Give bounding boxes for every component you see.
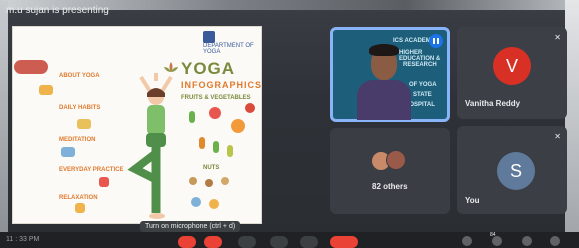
leave-call-icon[interactable] [330,236,358,248]
side-label-4: EVERYDAY PRACTICE [59,167,124,173]
side-label-1: ABOUT YOGA [59,73,100,79]
participant-count-badge: 84 [490,232,496,238]
more-icon[interactable] [300,236,318,248]
camera-off-icon[interactable] [204,236,222,248]
captions-icon[interactable] [238,236,256,248]
others-tile[interactable]: 82 others [330,128,450,214]
active-speaker-tile[interactable]: ICS ACADEMY HIGHER EDUCATION & RESEARCH … [330,27,450,122]
vegetable-icon-1 [189,111,195,123]
mic-off-icon: ✕ [554,33,561,42]
speaker-hair [369,44,399,56]
nuts-label: NUTS [203,165,220,171]
apple-icon [209,107,221,119]
banner-line-2: HIGHER EDUCATION & [399,50,441,62]
participant-name: Vanitha Reddy [465,99,521,108]
slide-subtitle: INFOGRAPHICS [181,80,262,90]
tomato-icon [245,103,255,113]
photo-glare-right [565,0,579,248]
activities-icon[interactable] [550,236,560,246]
music-icon [75,203,85,213]
side-label-5: RELAXATION [59,195,98,201]
mic-off-indicator [14,60,48,74]
present-icon[interactable] [270,236,288,248]
chat-icon[interactable] [522,236,532,246]
carrot-icon [199,137,205,149]
mic-off-icon[interactable] [178,236,196,248]
audio-bars-icon [429,34,443,48]
sun-icon [39,85,53,95]
info-icon[interactable] [462,236,472,246]
participant-tile-vanitha[interactable]: ✕ V Vanitha Reddy [457,27,567,119]
lotus-icon [164,62,178,72]
avatar: S [497,152,535,190]
shared-screen: DEPARTMENT OF YOGA YOGA INFOGRAPHICS FRU… [12,26,262,224]
participant-name: You [465,196,480,205]
banner-line-4: OF YOGA [409,82,437,88]
yoga-figure-illustration [127,73,173,219]
college-badge-icon [203,31,215,43]
avatar: V [493,47,531,85]
banner-line-3: RESEARCH [403,62,437,68]
vegetable-icon-2 [213,141,219,153]
meditation-icon [61,147,75,157]
water-icon [191,197,201,207]
lemon-icon [209,199,219,209]
presenting-label: m.u sujan is presenting [6,5,109,16]
nut-icon-2 [205,179,213,187]
participant-thumb-2 [386,150,406,170]
microphone-tooltip: Turn on microphone (ctrl + d) [140,221,241,232]
side-label-3: MEDITATION [59,137,96,143]
nut-icon-1 [189,177,197,185]
photo-glare-left [0,0,8,248]
heart-icon [99,177,109,187]
vegetable-icon-3 [227,145,233,157]
self-tile[interactable]: ✕ S You [457,126,567,214]
habit-icon [77,119,91,129]
nut-icon-3 [221,177,229,185]
meeting-clock: 11 : 33 PM [6,236,40,243]
others-count: 82 others [372,182,408,191]
mic-off-icon: ✕ [554,132,561,141]
fruits-label: FRUITS & VEGETABLES [181,95,251,101]
department-logo: DEPARTMENT OF YOGA [203,31,257,55]
orange-icon [231,119,245,133]
side-label-2: DAILY HABITS [59,105,101,111]
banner-line-5: STATE [413,92,432,98]
speaker-body [357,80,411,120]
